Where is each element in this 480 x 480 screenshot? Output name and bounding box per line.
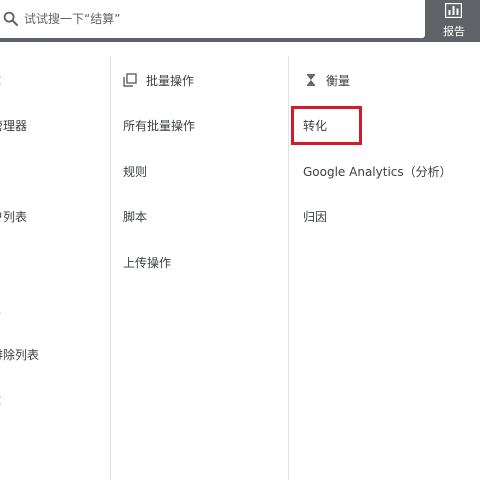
reports-button[interactable]: 报告 <box>432 0 476 42</box>
highlight-box <box>291 106 362 145</box>
reports-label: 报告 <box>443 25 465 38</box>
menu-item-google-analytics[interactable]: Google Analytics（分析） <box>303 163 452 180</box>
left-menu-item-partial[interactable]: 户列表 <box>0 208 27 225</box>
left-menu-item-partial[interactable]: 库 <box>0 392 1 409</box>
measurement-header: 衡量 <box>326 74 351 88</box>
menu-item-rules[interactable]: 规则 <box>123 163 147 180</box>
left-menu-item-partial[interactable]: 且 <box>0 300 1 317</box>
menu-item-all-bulk-actions[interactable]: 所有批量操作 <box>123 117 195 134</box>
column-divider <box>110 56 111 480</box>
menu-item-attribution[interactable]: 归因 <box>303 208 327 225</box>
top-bar: 报告 <box>0 0 480 42</box>
search-icon[interactable] <box>2 10 20 28</box>
search-box[interactable] <box>0 0 425 38</box>
menu-item-uploads[interactable]: 上传操作 <box>123 254 171 271</box>
hourglass-icon <box>307 74 315 86</box>
left-menu-item-partial[interactable]: 管理器 <box>0 117 27 134</box>
bar-chart-icon <box>445 3 462 18</box>
bulk-actions-header: 批量操作 <box>146 74 195 88</box>
menu-item-scripts[interactable]: 脚本 <box>123 208 147 225</box>
search-input[interactable] <box>24 0 416 38</box>
left-column-header-partial: 库 <box>0 72 1 89</box>
column-divider <box>288 56 289 480</box>
left-menu-item-partial[interactable]: 排除列表 <box>0 346 39 363</box>
copy-icon <box>123 73 137 87</box>
